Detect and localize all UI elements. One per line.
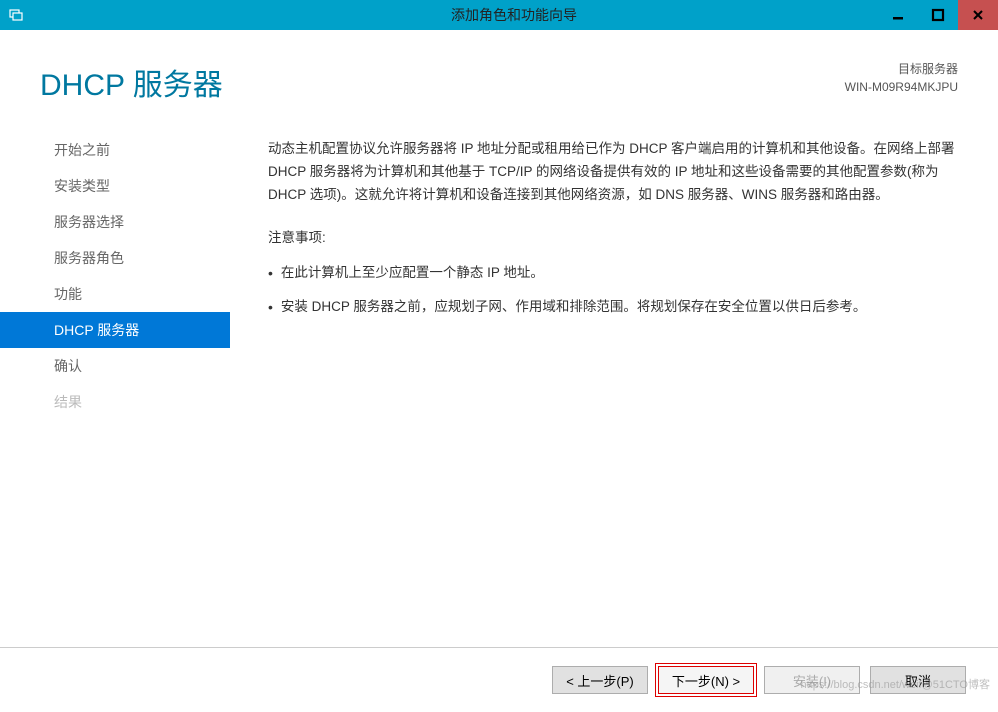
notice-item-text: 在此计算机上至少应配置一个静态 IP 地址。 — [281, 262, 544, 285]
install-button: 安装(I) — [764, 666, 860, 694]
titlebar: 添加角色和功能向导 — [0, 0, 998, 30]
notice-list: 在此计算机上至少应配置一个静态 IP 地址。 安装 DHCP 服务器之前，应规划… — [268, 262, 958, 320]
app-icon — [8, 7, 24, 23]
footer: < 上一步(P) 下一步(N) > 安装(I) 取消 — [0, 647, 998, 712]
sidebar-item-server-roles[interactable]: 服务器角色 — [0, 240, 230, 276]
minimize-button[interactable] — [878, 0, 918, 30]
cancel-button[interactable]: 取消 — [870, 666, 966, 694]
sidebar: 开始之前 安装类型 服务器选择 服务器角色 功能 DHCP 服务器 确认 结果 — [0, 122, 230, 647]
sidebar-item-results: 结果 — [0, 384, 230, 420]
page-title: DHCP 服务器 — [40, 60, 223, 104]
sidebar-item-features[interactable]: 功能 — [0, 276, 230, 312]
target-label: 目标服务器 — [845, 60, 958, 78]
maximize-button[interactable] — [918, 0, 958, 30]
sidebar-item-confirmation[interactable]: 确认 — [0, 348, 230, 384]
previous-button[interactable]: < 上一步(P) — [552, 666, 648, 694]
header: DHCP 服务器 目标服务器 WIN-M09R94MKJPU — [0, 30, 998, 122]
notice-item: 安装 DHCP 服务器之前，应规划子网、作用域和排除范围。将规划保存在安全位置以… — [268, 296, 958, 320]
target-info: 目标服务器 WIN-M09R94MKJPU — [845, 60, 958, 96]
close-button[interactable] — [958, 0, 998, 30]
notice-title: 注意事项: — [268, 227, 958, 250]
notice-item: 在此计算机上至少应配置一个静态 IP 地址。 — [268, 262, 958, 286]
sidebar-item-dhcp-server[interactable]: DHCP 服务器 — [0, 312, 230, 348]
sidebar-item-before-begin[interactable]: 开始之前 — [0, 132, 230, 168]
next-button[interactable]: 下一步(N) > — [658, 666, 754, 694]
sidebar-item-server-selection[interactable]: 服务器选择 — [0, 204, 230, 240]
sidebar-item-install-type[interactable]: 安装类型 — [0, 168, 230, 204]
content-panel: 动态主机配置协议允许服务器将 IP 地址分配或租用给已作为 DHCP 客户端启用… — [230, 122, 998, 647]
notice-item-text: 安装 DHCP 服务器之前，应规划子网、作用域和排除范围。将规划保存在安全位置以… — [281, 296, 867, 319]
window-title: 添加角色和功能向导 — [30, 5, 998, 25]
window-controls — [878, 0, 998, 30]
main-area: 开始之前 安装类型 服务器选择 服务器角色 功能 DHCP 服务器 确认 结果 … — [0, 122, 998, 647]
description-text: 动态主机配置协议允许服务器将 IP 地址分配或租用给已作为 DHCP 客户端启用… — [268, 138, 958, 207]
target-name: WIN-M09R94MKJPU — [845, 78, 958, 96]
